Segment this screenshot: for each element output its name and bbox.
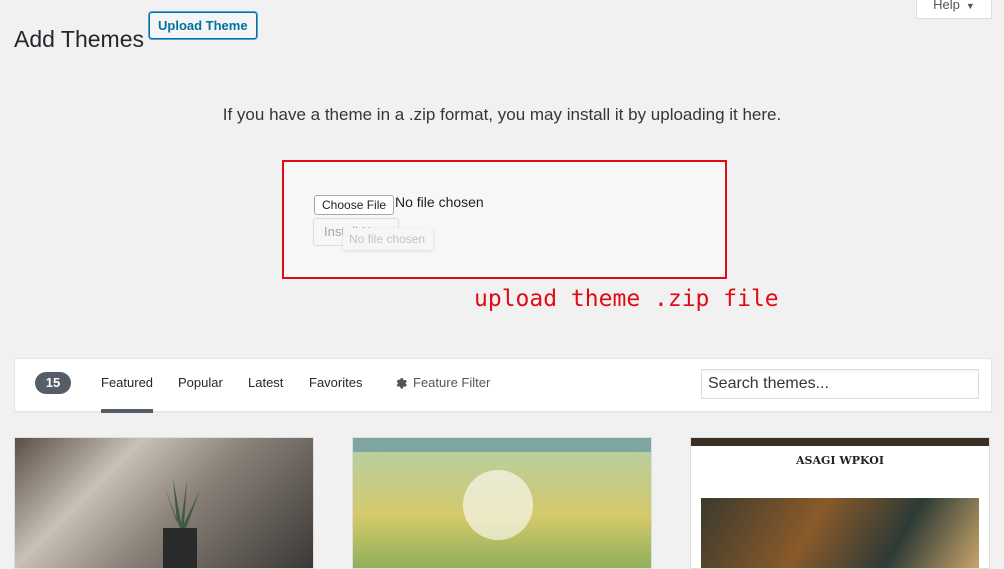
tab-featured[interactable]: Featured (101, 375, 154, 413)
page-title: Add Themes (14, 26, 144, 53)
theme-title: ASAGI WPKOI (796, 454, 884, 467)
annotation-label: upload theme .zip file (474, 286, 779, 312)
feature-filter-label: Feature Filter (413, 375, 491, 390)
theme-logo-circle (463, 470, 533, 540)
gear-icon (396, 378, 407, 389)
caret-down-icon: ▼ (965, 1, 975, 11)
theme-topbar (691, 438, 989, 446)
help-label: Help (933, 0, 960, 12)
plant-thumbnail (163, 478, 200, 568)
theme-card[interactable] (352, 437, 652, 569)
feature-filter-button[interactable]: Feature Filter (393, 375, 490, 390)
tab-favorites[interactable]: Favorites (309, 375, 362, 409)
tab-latest[interactable]: Latest (248, 375, 283, 409)
theme-card[interactable]: ASAGI WPKOI (690, 437, 990, 569)
help-tab[interactable]: Help ▼ (916, 0, 992, 19)
file-status-label: No file chosen (395, 194, 484, 210)
tab-popular[interactable]: Popular (178, 375, 223, 409)
file-tooltip: No file chosen (343, 228, 433, 250)
theme-card[interactable] (14, 437, 314, 569)
choose-file-button[interactable]: Choose File (314, 195, 395, 215)
upload-instructions: If you have a theme in a .zip format, yo… (222, 105, 782, 124)
upload-theme-button[interactable]: Upload Theme (149, 12, 257, 39)
search-themes-input[interactable] (701, 369, 979, 399)
theme-count-badge: 15 (35, 372, 71, 394)
